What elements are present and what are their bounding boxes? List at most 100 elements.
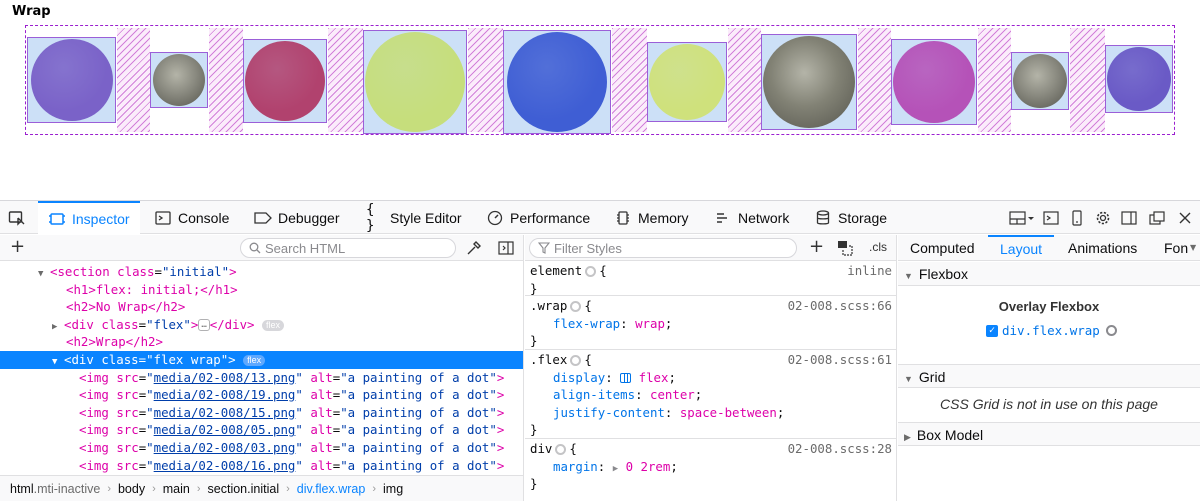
tab-style-editor[interactable]: { } Style Editor bbox=[366, 201, 462, 234]
flex-gap-hatch bbox=[328, 28, 363, 132]
flex-item[interactable] bbox=[1105, 45, 1173, 113]
flex-item[interactable] bbox=[243, 39, 327, 123]
chevron-right-icon: › bbox=[372, 482, 376, 495]
tree-node-img[interactable]: <img src="media/02-008/19.png" alt="a pa… bbox=[0, 386, 523, 404]
tree-node-h1[interactable]: <h1>flex: initial;</h1> bbox=[0, 281, 523, 299]
grid-accordion-header[interactable]: ▼ Grid bbox=[898, 364, 1200, 388]
search-html-box[interactable] bbox=[240, 238, 456, 258]
flex-item[interactable] bbox=[503, 30, 611, 134]
close-icon[interactable] bbox=[1176, 209, 1194, 227]
tree-node-img[interactable]: <img src="media/02-008/16.png" alt="a pa… bbox=[0, 457, 523, 474]
crumb-main[interactable]: main bbox=[163, 482, 190, 496]
flex-badge[interactable]: flex bbox=[243, 355, 266, 366]
gear-icon[interactable] bbox=[570, 355, 582, 366]
ellipsis-icon[interactable]: … bbox=[198, 319, 210, 332]
tab-memory-label: Memory bbox=[638, 209, 689, 226]
dock-menu-icon[interactable] bbox=[1008, 209, 1036, 227]
flex-gap-hatch bbox=[728, 28, 761, 132]
rule-selector: .flex bbox=[530, 352, 568, 367]
chevron-right-icon: › bbox=[107, 482, 111, 495]
grid-empty-message: CSS Grid is not in use on this page bbox=[940, 396, 1158, 412]
boxmodel-accordion-header[interactable]: ▶ Box Model bbox=[898, 422, 1200, 446]
rule-element[interactable]: element{inline } bbox=[525, 262, 897, 296]
tree-node-section[interactable]: ▼ <section class="initial"> bbox=[0, 263, 523, 281]
crumb-body[interactable]: body bbox=[118, 482, 145, 496]
crumb-html[interactable]: html.mti-inactive bbox=[10, 482, 100, 496]
flex-item[interactable] bbox=[1011, 52, 1069, 110]
rule-source[interactable]: 02-008.scss:61 bbox=[788, 351, 892, 369]
rule-source[interactable]: inline bbox=[847, 262, 892, 280]
tree-node-img[interactable]: <img src="media/02-008/05.png" alt="a pa… bbox=[0, 421, 523, 439]
flexbox-toggle-icon[interactable] bbox=[620, 373, 632, 384]
tab-memory[interactable]: Memory bbox=[614, 201, 689, 234]
flex-item[interactable] bbox=[647, 42, 727, 122]
overlay-flexbox-item[interactable]: ✓ div.flex.wrap bbox=[986, 323, 1120, 338]
inspector-icon bbox=[48, 211, 66, 227]
rule-source[interactable]: 02-008.scss:28 bbox=[788, 440, 892, 458]
flex-item[interactable] bbox=[891, 39, 977, 125]
tree-node-div-flex-wrap[interactable]: ▼ <div class="flex wrap"> flex bbox=[0, 351, 523, 369]
crumb-img[interactable]: img bbox=[383, 482, 403, 496]
tab-debugger[interactable]: Debugger bbox=[254, 201, 340, 234]
debugger-icon bbox=[254, 210, 272, 226]
tab-storage-label: Storage bbox=[838, 209, 888, 226]
tab-layout[interactable]: Layout bbox=[988, 235, 1055, 261]
sidebar-toggle-icon[interactable] bbox=[1120, 209, 1138, 227]
eyedropper-icon[interactable] bbox=[466, 240, 482, 260]
flex-item[interactable] bbox=[27, 37, 116, 123]
rule-wrap[interactable]: .wrap{02-008.scss:66 flex-wrap: wrap; } bbox=[525, 297, 897, 350]
rule-div[interactable]: div{02-008.scss:28 margin: ▶ 0 2rem; } bbox=[525, 440, 897, 493]
overflow-chevron-icon[interactable]: ▼ bbox=[1190, 243, 1196, 252]
rule-flex[interactable]: .flex{02-008.scss:61 display: flex; alig… bbox=[525, 351, 897, 439]
tab-fonts[interactable]: Fon bbox=[1164, 235, 1188, 261]
tab-animations[interactable]: Animations bbox=[1068, 235, 1137, 261]
tab-inspector-label: Inspector bbox=[72, 210, 130, 227]
filter-styles-box[interactable] bbox=[529, 238, 797, 258]
element-picker-icon[interactable] bbox=[8, 201, 30, 234]
flex-wrap-container[interactable] bbox=[25, 25, 1175, 135]
tab-network[interactable]: Network bbox=[714, 201, 789, 234]
checkbox-checked-icon[interactable]: ✓ bbox=[986, 324, 998, 337]
tree-node-img[interactable]: <img src="media/02-008/13.png" alt="a pa… bbox=[0, 369, 523, 387]
tree-node-h2-nowrap[interactable]: <h2>No Wrap</h2> bbox=[0, 298, 523, 316]
tree-node-img[interactable]: <img src="media/02-008/03.png" alt="a pa… bbox=[0, 439, 523, 457]
settings-gear-icon[interactable] bbox=[1094, 209, 1112, 227]
gear-icon[interactable] bbox=[585, 266, 597, 277]
tab-performance-label: Performance bbox=[510, 209, 591, 226]
search-html-input[interactable] bbox=[265, 240, 441, 256]
devtools-toolbar: Inspector Console Debugger { } Style Edi… bbox=[0, 201, 1200, 234]
expand-triangle-icon[interactable]: ▶ bbox=[613, 464, 618, 474]
flex-badge[interactable]: flex bbox=[261, 319, 284, 331]
separate-window-icon[interactable] bbox=[1148, 209, 1166, 227]
filter-styles-input[interactable] bbox=[554, 240, 774, 256]
add-rule-icon[interactable]: + bbox=[809, 236, 824, 258]
flex-item[interactable] bbox=[150, 52, 208, 108]
flex-item[interactable] bbox=[363, 30, 467, 134]
gear-icon[interactable] bbox=[555, 444, 567, 455]
responsive-mode-icon[interactable] bbox=[1068, 209, 1086, 227]
tab-performance[interactable]: Performance bbox=[486, 201, 590, 234]
breadcrumb: html.mti-inactive › body › main › sectio… bbox=[0, 475, 523, 501]
crumb-section[interactable]: section.initial bbox=[208, 482, 280, 496]
tab-storage[interactable]: Storage bbox=[814, 201, 887, 234]
tab-computed[interactable]: Computed bbox=[910, 235, 975, 261]
tab-console[interactable]: Console bbox=[154, 201, 229, 234]
gear-icon[interactable] bbox=[570, 301, 582, 312]
tree-node-img[interactable]: <img src="media/02-008/15.png" alt="a pa… bbox=[0, 404, 523, 422]
toggle-sidebar-icon[interactable] bbox=[498, 240, 514, 260]
add-node-icon[interactable]: + bbox=[10, 237, 25, 257]
rule-selector: element bbox=[530, 263, 583, 278]
print-simulation-icon[interactable] bbox=[837, 240, 855, 260]
cls-toggle[interactable]: .cls bbox=[869, 240, 887, 254]
split-console-icon[interactable] bbox=[1042, 209, 1060, 227]
expand-arrow-icon: ▼ bbox=[904, 271, 913, 281]
painted-dot-image bbox=[365, 32, 465, 132]
gear-icon[interactable] bbox=[1105, 325, 1117, 336]
crumb-div-flex-wrap[interactable]: div.flex.wrap bbox=[297, 482, 366, 496]
rule-source[interactable]: 02-008.scss:66 bbox=[788, 297, 892, 315]
tree-node-div-flex[interactable]: ▶ <div class="flex">… </div> flex bbox=[0, 316, 523, 334]
tree-node-h2-wrap[interactable]: <h2>Wrap</h2> bbox=[0, 333, 523, 351]
flex-item[interactable] bbox=[761, 34, 857, 130]
tab-inspector[interactable]: Inspector bbox=[38, 201, 140, 234]
flexbox-accordion-header[interactable]: ▼ Flexbox bbox=[898, 262, 1200, 286]
